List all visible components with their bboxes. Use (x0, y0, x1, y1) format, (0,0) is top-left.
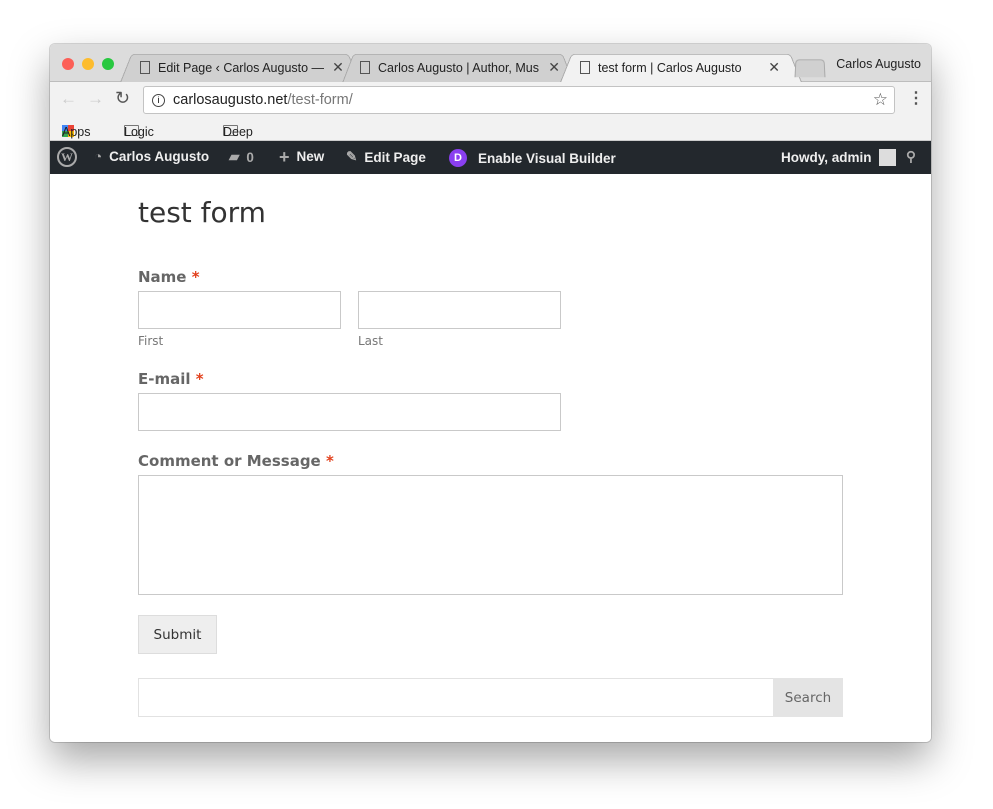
star-icon[interactable]: ☆ (873, 90, 888, 110)
forward-icon[interactable]: → (87, 89, 104, 109)
name-label: Name * (138, 268, 200, 286)
admin-site-link[interactable]: ◔ Carlos Augusto (94, 149, 209, 164)
tab-author[interactable]: Carlos Augusto | Author, Mus ✕ (360, 53, 560, 82)
tab-bar: Edit Page ‹ Carlos Augusto — ✕ Carlos Au… (50, 44, 931, 83)
admin-search-icon[interactable]: ⚲ (906, 149, 916, 165)
back-icon[interactable]: ← (60, 89, 77, 109)
browser-window: Edit Page ‹ Carlos Augusto — ✕ Carlos Au… (50, 44, 931, 742)
page-title: test form (138, 196, 266, 229)
info-icon[interactable]: i (152, 93, 165, 107)
reload-icon[interactable]: ↻ (115, 88, 130, 109)
admin-new-link[interactable]: + New (279, 146, 324, 167)
email-input[interactable] (138, 393, 561, 431)
submit-button[interactable]: Submit (138, 615, 217, 654)
admin-account-menu[interactable]: Howdy, admin (781, 149, 896, 166)
last-name-input[interactable] (358, 291, 561, 329)
first-name-input[interactable] (138, 291, 341, 329)
menu-icon[interactable]: ⋮ (908, 88, 924, 108)
wp-admin-bar: W ◔ Carlos Augusto ▰ 0 + New ✎ Edit Page D En… (50, 141, 931, 174)
close-tab-icon[interactable]: ✕ (332, 59, 342, 76)
close-tab-icon[interactable]: ✕ (548, 59, 560, 76)
tab-test-form[interactable]: test form | Carlos Augusto ✕ (580, 53, 780, 82)
page-icon (580, 61, 590, 74)
admin-edit-page-link[interactable]: ✎ Edit Page (346, 149, 426, 165)
pencil-icon: ✎ (346, 149, 358, 164)
message-label: Comment or Message * (138, 452, 334, 470)
first-sublabel: First (138, 334, 164, 348)
message-textarea[interactable] (138, 475, 843, 595)
bookmarks-bar: Apps Logic Pro X Deep House (50, 117, 931, 167)
admin-comments-link[interactable]: ▰ 0 (229, 149, 254, 165)
close-tab-icon[interactable]: ✕ (768, 59, 780, 76)
page-icon (360, 61, 370, 74)
last-sublabel: Last (358, 334, 383, 348)
address-bar[interactable]: i carlosaugusto.net/test-form/ ☆ (143, 86, 895, 114)
email-label: E-mail * (138, 370, 204, 388)
minimize-window-button[interactable] (82, 58, 94, 70)
search-input[interactable] (138, 678, 774, 717)
new-tab-button[interactable] (794, 59, 826, 78)
divi-icon: D (449, 149, 467, 167)
comment-icon: ▰ (229, 149, 240, 164)
profile-name[interactable]: Carlos Augusto (836, 57, 921, 71)
page-icon (140, 61, 150, 74)
toolbar: ← → ↻ i carlosaugusto.net/test-form/ ☆ ⋮ (50, 82, 931, 117)
close-window-button[interactable] (62, 58, 74, 70)
dashboard-icon: ◔ (94, 149, 103, 164)
plus-icon: + (279, 146, 290, 167)
tab-edit-page[interactable]: Edit Page ‹ Carlos Augusto — ✕ (140, 53, 342, 82)
admin-visual-builder-link[interactable]: D Enable Visual Builder (449, 149, 616, 167)
avatar (878, 149, 896, 166)
maximize-window-button[interactable] (102, 58, 114, 70)
page-content: test form Name * First Last E-mail * Com… (50, 174, 931, 742)
search-button[interactable]: Search (773, 678, 843, 717)
wordpress-logo-icon[interactable]: W (57, 147, 77, 167)
